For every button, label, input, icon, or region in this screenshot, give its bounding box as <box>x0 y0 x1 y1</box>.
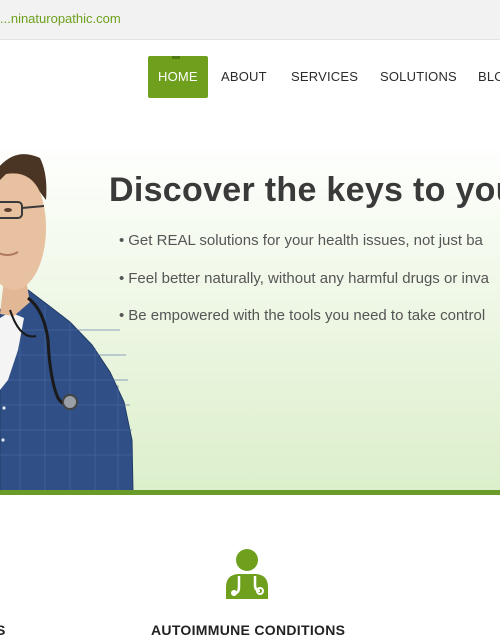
site-domain[interactable]: ...ninaturopathic.com <box>0 11 121 26</box>
nav-item-blog[interactable]: BLO <box>478 69 500 84</box>
bullet-dot: • <box>119 270 125 287</box>
nav-item-home[interactable]: HOME <box>148 56 208 98</box>
doctor-icon <box>226 549 268 599</box>
hero-bullet-1: • Get REAL solutions for your health issu… <box>119 232 483 249</box>
top-bar: ...ninaturopathic.com <box>0 0 500 40</box>
nav-item-solutions[interactable]: SOLUTIONS <box>380 69 457 84</box>
hero-banner: Discover the keys to you • Get REAL solut… <box>0 140 500 492</box>
hero-bullet-2: • Feel better naturally, without any harm… <box>119 270 489 287</box>
hero-bullet-text: Be empowered with the tools you need to … <box>128 307 486 324</box>
hero-bullet-text: Get REAL solutions for your health issue… <box>128 232 483 249</box>
hero-bullet-3: • Be empowered with the tools you need to… <box>119 307 485 324</box>
bullet-dot: • <box>119 232 125 249</box>
hero-divider <box>0 490 500 495</box>
nav-item-services[interactable]: SERVICES <box>291 69 358 84</box>
hero-title: Discover the keys to you <box>109 171 500 209</box>
hero-bullet-text: Feel better naturally, without any harmf… <box>128 270 489 287</box>
main-nav: HOME ABOUT SERVICES SOLUTIONS BLO <box>0 40 500 110</box>
feature-title-autoimmune[interactable]: AUTOIMMUNE CONDITIONS <box>151 622 345 638</box>
nav-item-about[interactable]: ABOUT <box>221 69 267 84</box>
feature-title: S <box>0 622 6 638</box>
bullet-dot: • <box>119 307 125 324</box>
